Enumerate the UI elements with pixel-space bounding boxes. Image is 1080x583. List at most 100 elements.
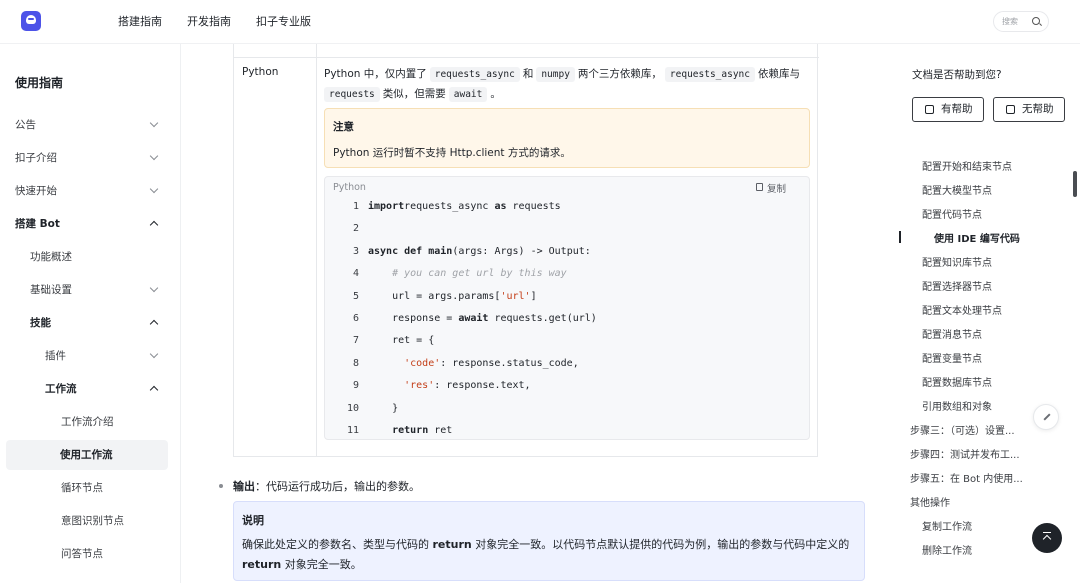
line-number: 2 [352,223,359,235]
nav-dev-guide[interactable]: 开发指南 [187,0,231,44]
inline-code: requests_async [664,67,755,82]
line-number: 3 [352,245,359,257]
toc-item[interactable]: 配置文本处理节点 [922,302,1002,317]
nav-coze-pro[interactable]: 扣子专业版 [256,0,311,44]
toc-item[interactable]: 配置大模型节点 [922,182,992,197]
code-token: import [368,201,405,212]
code-line: 8 'code': response.status_code, [325,353,805,375]
code-text: importrequests_async as requests [368,196,561,218]
toc-scrollbar[interactable] [1073,171,1077,197]
inline-code: requests_async [429,67,520,82]
sidebar-border [0,44,181,583]
bullet-dot [219,484,223,488]
toc-item[interactable]: 配置消息节点 [922,326,982,341]
code-text: async def main(args: Args) -> Output: [368,241,591,263]
note-title: 注意 [333,121,354,133]
code-token: return [392,425,429,436]
toc-item[interactable]: 配置知识库节点 [922,254,992,269]
line-number: 10 [346,402,359,414]
code-token: response = [368,313,459,324]
code-token: requests_async [404,201,495,212]
code-line: 2 [325,218,805,240]
toc-item[interactable]: 配置变量节点 [922,350,982,365]
code-block: Python 复制 1 importrequests_async as reque… [324,176,810,440]
desc-text: 。 [490,88,501,100]
toc-item[interactable]: 配置代码节点 [922,206,982,221]
code-token: url = args.params[ [368,290,501,302]
helpful-question: 文档是否帮助到您? [912,69,1002,81]
toc-item-active[interactable]: 使用 IDE 编写代码 [934,230,1020,245]
table-row [234,44,819,58]
search-placeholder: 搜索 [1002,17,1018,26]
search-icon[interactable] [1032,17,1040,25]
code-text: url = args.params['url'] [368,286,537,308]
search-input[interactable]: 搜索 [993,11,1049,32]
code-token: ] [530,290,537,302]
code-token: # you can get url by this way [392,268,567,280]
code-token: 'res' [404,380,435,392]
code-token: requests.get(url) [488,313,597,324]
copy-icon [756,183,763,191]
line-number: 5 [352,290,359,302]
output-description: 输出：代码运行成功后，输出的参数。 [233,478,420,494]
helpful-yes-button[interactable]: 有帮助 [912,97,984,122]
line-number: 8 [352,357,359,369]
code-text: response = await requests.get(url) [368,308,597,330]
toc-item[interactable]: 复制工作流 [922,518,972,533]
back-to-top-icon[interactable] [1032,523,1062,553]
info-text: 确保此处定义的参数名、类型与代码的 return 对象完全一致。以代码节点默认提… [242,535,858,575]
code-text: 'res': response.text, [368,375,531,397]
copy-button[interactable]: 复制 [756,181,787,195]
helpful-no-button[interactable]: 无帮助 [993,97,1065,122]
nav-build-guide[interactable]: 搭建指南 [118,0,162,44]
desc-text: 类似，但需要 [382,88,446,100]
note-callout: 注意 Python 运行时暂不支持 Http.client 方式的请求。 [324,108,810,168]
language-cell: Python [242,66,279,78]
toc-item[interactable]: 其他操作 [910,494,950,509]
line-number: 11 [346,425,359,436]
output-text: ：代码运行成功后，输出的参数。 [255,480,420,493]
toc-item[interactable]: 删除工作流 [922,542,972,557]
line-number: 1 [352,201,359,212]
code-token: await [458,313,489,324]
code-text: ret = { [368,330,434,352]
toc-item[interactable]: 步骤四：测试并发布工... [910,446,1020,461]
line-number: 9 [352,380,359,392]
desc-text: 依赖库与 [758,68,800,80]
code-token: : response.text, [434,380,531,392]
code-language-label: Python [333,182,366,193]
copy-label: 复制 [767,184,787,195]
toc-item[interactable]: 引用数组和对象 [922,398,992,413]
coze-logo-icon[interactable] [21,11,41,31]
code-token: : response.status_code, [440,357,579,369]
code-line: 9 'res': response.text, [325,375,805,397]
code-line: 3 async def main(args: Args) -> Output: [325,241,805,263]
column-divider [316,44,317,457]
line-number: 4 [352,268,359,280]
note-text: Python 运行时暂不支持 Http.client 方式的请求。 [333,147,571,159]
edit-pencil-icon[interactable] [1033,404,1059,430]
code-line: 5 url = args.params['url'] [325,286,805,308]
code-token: ret = { [368,335,435,347]
code-text: 'code': response.status_code, [368,353,579,375]
toc-item[interactable]: 步骤三：（可选）设置... [910,422,1015,437]
dependency-table: Python Python 中，仅内置了 requests_async 和 numpy… [233,44,819,457]
code-line: 10 } [325,398,805,420]
desc-text: 和 [522,68,534,80]
python-dependency-description: Python 中，仅内置了 requests_async 和 numpy 两个三方依赖库… [324,64,814,104]
code-line: 1 importrequests_async as requests [325,196,805,218]
toc-item[interactable]: 步骤五：在 Bot 内使用... [910,470,1023,485]
code-token: (args: Args) -> Output: [452,245,591,257]
code-line: 7 ret = { [325,330,805,352]
code-token: ret [428,425,453,436]
toc-item[interactable]: 配置开始和结束节点 [922,158,1012,173]
toc-item[interactable]: 配置选择器节点 [922,278,992,293]
code-token: requests [506,201,561,212]
toc-item[interactable]: 配置数据库节点 [922,374,992,389]
info-keyword: return [432,538,472,551]
info-text-part: 确保此处定义的参数名、类型与代码的 [242,538,433,551]
info-text-part: 对象完全一致。以代码节点默认提供的代码为例，输出的参数与代码中定义的 [471,538,850,551]
code-text: # you can get url by this way [368,263,567,285]
